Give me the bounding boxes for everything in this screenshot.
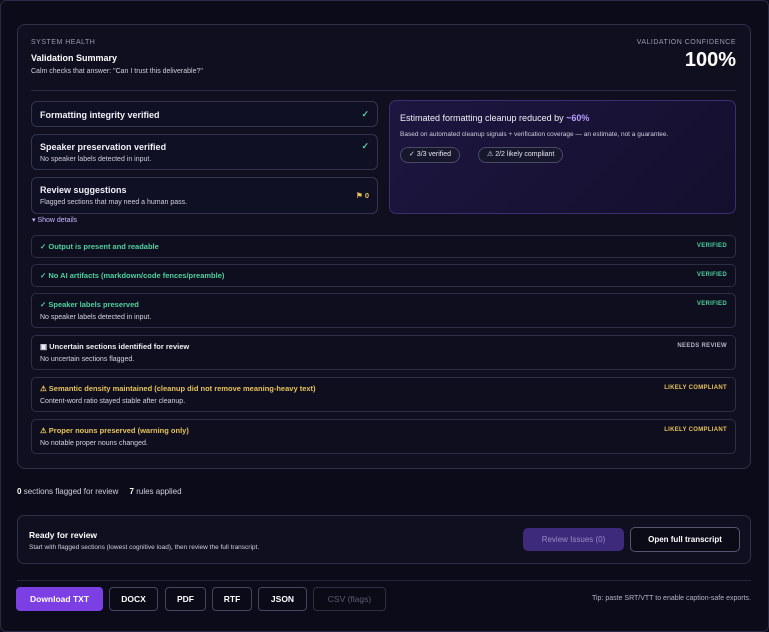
summary-card-subtitle: No speaker labels detected in input. bbox=[40, 156, 152, 163]
flag-count-badge: ⚑ 0 bbox=[356, 191, 369, 200]
summary-card-title: Formatting integrity verified bbox=[40, 110, 160, 120]
summary-card-speaker: Speaker preservation verified No speaker… bbox=[31, 134, 378, 170]
check-icon: ✓ bbox=[361, 141, 369, 151]
check-row-semantic: ⚠ Semantic density maintained (cleanup d… bbox=[31, 377, 736, 412]
ready-subtitle: Start with flagged sections (lowest cogn… bbox=[29, 544, 260, 551]
check-row-title: ▣ Uncertain sections identified for revi… bbox=[40, 342, 190, 351]
summary-card-title: Speaker preservation verified bbox=[40, 142, 167, 152]
summary-card-subtitle: Flagged sections that may need a human p… bbox=[40, 199, 188, 206]
section-eyebrow: SYSTEM HEALTH bbox=[31, 39, 96, 46]
check-row-subtitle: No notable proper nouns changed. bbox=[40, 440, 148, 447]
docx-button[interactable]: DOCX bbox=[109, 587, 158, 611]
download-txt-button[interactable]: Download TXT bbox=[16, 587, 103, 611]
open-transcript-button[interactable]: Open full transcript bbox=[630, 527, 740, 552]
check-row-title: ✓ Speaker labels preserved bbox=[40, 300, 139, 309]
json-button[interactable]: JSON bbox=[258, 587, 307, 611]
confidence-block: VALIDATION CONFIDENCE 100% bbox=[637, 39, 736, 72]
verified-pill: ✓ 3/3 verified bbox=[400, 147, 461, 163]
flagged-count: 0 bbox=[17, 487, 22, 496]
check-row-output: ✓ Output is present and readable VERIFIE… bbox=[31, 235, 736, 258]
csv-flags-button[interactable]: CSV (flags) bbox=[313, 587, 386, 611]
check-row-subtitle: Content-word ratio stayed stable after c… bbox=[40, 398, 186, 405]
check-row-title: ✓ Output is present and readable bbox=[40, 242, 159, 251]
summary-card-review: Review suggestions Flagged sections that… bbox=[31, 177, 378, 214]
check-row-artifacts: ✓ No AI artifacts (markdown/code fences/… bbox=[31, 264, 736, 287]
estimate-percent: ~60% bbox=[566, 113, 590, 123]
header-divider bbox=[31, 90, 736, 91]
estimate-title-prefix: Estimated formatting cleanup reduced by bbox=[400, 113, 564, 123]
check-row-title: ⚠ Semantic density maintained (cleanup d… bbox=[40, 384, 316, 393]
export-tip: Tip: paste SRT/VTT to enable caption-saf… bbox=[591, 595, 751, 602]
confidence-value: 100% bbox=[684, 49, 736, 71]
check-row-subtitle: No speaker labels detected in input. bbox=[40, 314, 152, 321]
show-details-toggle[interactable]: ▾ Show details bbox=[32, 216, 77, 224]
flagged-label: sections flagged for review bbox=[23, 487, 119, 496]
status-badge: LIKELY COMPLIANT bbox=[664, 385, 727, 391]
validation-panel: SYSTEM HEALTH Validation Summary Calm ch… bbox=[17, 24, 751, 469]
confidence-label: VALIDATION CONFIDENCE bbox=[636, 39, 736, 46]
status-badge: VERIFIED bbox=[696, 301, 727, 307]
stats-line: 0 sections flagged for review 7 rules ap… bbox=[17, 487, 182, 496]
rules-label: rules applied bbox=[136, 487, 182, 496]
panel-header: SYSTEM HEALTH Validation Summary Calm ch… bbox=[31, 39, 203, 75]
check-icon: ✓ bbox=[361, 109, 369, 119]
check-row-title: ✓ No AI artifacts (markdown/code fences/… bbox=[40, 271, 225, 280]
page-subtitle: Calm checks that answer: "Can I trust th… bbox=[31, 68, 203, 75]
page-title: Validation Summary bbox=[31, 53, 118, 63]
check-row-subtitle: No uncertain sections flagged. bbox=[40, 356, 135, 363]
check-row-uncertain: ▣ Uncertain sections identified for revi… bbox=[31, 335, 736, 370]
estimate-subtitle: Based on automated cleanup signals + ver… bbox=[400, 131, 669, 138]
status-badge: NEEDS REVIEW bbox=[677, 343, 727, 349]
rules-count: 7 bbox=[129, 487, 134, 496]
status-badge: VERIFIED bbox=[696, 243, 727, 249]
pdf-button[interactable]: PDF bbox=[165, 587, 206, 611]
rtf-button[interactable]: RTF bbox=[212, 587, 252, 611]
check-row-proper-nouns: ⚠ Proper nouns preserved (warning only) … bbox=[31, 419, 736, 454]
review-issues-button[interactable]: Review Issues (0) bbox=[523, 528, 624, 551]
estimate-card: Estimated formatting cleanup reduced by … bbox=[389, 100, 736, 214]
ready-title: Ready for review bbox=[29, 530, 98, 540]
check-row-speaker: ✓ Speaker labels preserved No speaker la… bbox=[31, 293, 736, 328]
status-badge: VERIFIED bbox=[696, 272, 727, 278]
summary-card-formatting: Formatting integrity verified ✓ bbox=[31, 101, 378, 127]
footer-divider bbox=[17, 580, 751, 581]
ready-panel: Ready for review Start with flagged sect… bbox=[17, 515, 751, 564]
summary-card-title: Review suggestions bbox=[40, 185, 127, 195]
compliant-pill: ⚠ 2/2 likely compliant bbox=[478, 147, 564, 163]
status-badge: LIKELY COMPLIANT bbox=[664, 427, 727, 433]
check-row-title: ⚠ Proper nouns preserved (warning only) bbox=[40, 426, 189, 435]
estimate-title: Estimated formatting cleanup reduced by … bbox=[400, 113, 589, 123]
